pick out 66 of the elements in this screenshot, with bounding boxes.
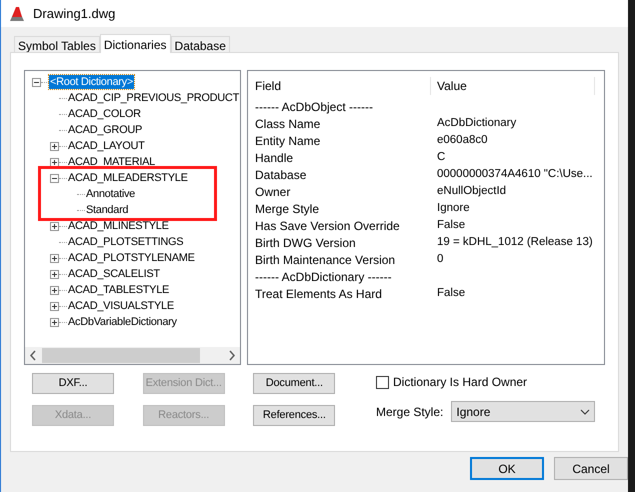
tree-item[interactable]: ACAD_TABLESTYLE [67, 283, 170, 297]
column-header[interactable]: Field [248, 77, 431, 95]
field-name: Owner [254, 184, 292, 200]
field-value: 19 = kDHL_1012 (Release 13) [436, 234, 593, 250]
checkbox-label: Dictionary Is Hard Owner [393, 374, 528, 391]
field-name: Database [254, 166, 308, 184]
tree-item[interactable]: ACAD_CIP_PREVIOUS_PRODUCT [67, 91, 240, 105]
tab[interactable]: Symbol Tables [14, 36, 100, 53]
tree-item[interactable]: ACAD_PLOTSETTINGS [67, 235, 184, 249]
expand-icon[interactable] [50, 222, 58, 230]
field-value: e060a8c0 [436, 132, 488, 148]
tree-item[interactable]: ACAD_MLEADERSTYLE [67, 171, 189, 185]
field-name: Merge Style [254, 200, 320, 218]
tree-item[interactable]: ACAD_MLINESTYLE [67, 219, 170, 233]
tree-item[interactable]: <Root Dictionary> [49, 75, 134, 89]
section-heading: ------ AcDbDictionary ------ [254, 268, 392, 286]
field-value: AcDbDictionary [436, 116, 516, 131]
tree-item[interactable]: ACAD_COLOR [67, 107, 142, 121]
field-value: False [436, 218, 466, 233]
tab[interactable]: Database [170, 36, 230, 53]
field-name: Treat Elements As Hard [254, 286, 383, 302]
field-name: Class Name [254, 116, 322, 132]
dialog-button[interactable]: DXF... [32, 373, 114, 394]
tree-item[interactable]: ACAD_MATERIAL [67, 155, 156, 169]
field-name: Handle [254, 150, 294, 166]
collapse-icon[interactable] [32, 78, 40, 86]
app-logo-icon [9, 6, 25, 22]
column-header[interactable]: Value [431, 77, 595, 95]
expand-icon[interactable] [50, 270, 58, 278]
tree-item[interactable]: ACAD_VISUALSTYLE [67, 299, 175, 313]
window-title: Drawing1.dwg [33, 4, 116, 23]
expand-icon[interactable] [50, 302, 58, 310]
tree-item[interactable]: ACAD_PLOTSTYLENAME [67, 251, 196, 265]
expand-icon[interactable] [50, 318, 58, 326]
dialog-button[interactable]: Cancel [554, 457, 628, 480]
tree-item[interactable]: ACAD_GROUP [67, 123, 144, 137]
field-value: C [436, 150, 446, 165]
field-value: eNullObjectId [436, 184, 506, 199]
field-name: Birth DWG Version [254, 234, 357, 252]
field-value: Ignore [436, 200, 470, 216]
tree-item[interactable]: ACAD_SCALELIST [67, 267, 161, 281]
tree-item[interactable]: ACAD_LAYOUT [67, 139, 146, 153]
expand-icon[interactable] [50, 286, 58, 294]
tree-item[interactable]: Standard [85, 203, 130, 217]
collapse-icon[interactable] [50, 174, 58, 182]
field-value: 00000000374A4610 "C:\Use... [436, 166, 593, 182]
field-name: Has Save Version Override [254, 218, 401, 234]
chevron-down-icon [580, 408, 590, 414]
expand-icon[interactable] [50, 254, 58, 262]
section-heading: ------ AcDbObject ------ [254, 98, 373, 116]
tree-item[interactable]: AcDbVariableDictionary [67, 315, 178, 329]
merge-style-dropdown[interactable]: Ignore [451, 401, 596, 422]
dialog-button[interactable]: References... [253, 405, 336, 426]
tab[interactable]: Dictionaries [100, 34, 171, 53]
tree-item[interactable]: Annotative [85, 187, 136, 201]
merge-style-label: Merge Style: [376, 404, 444, 420]
dialog-button[interactable]: OK [470, 457, 544, 480]
field-name: Entity Name [254, 132, 322, 150]
field-name: Birth Maintenance Version [254, 252, 396, 268]
field-value: 0 [436, 252, 444, 267]
expand-icon[interactable] [50, 142, 58, 150]
field-value: False [436, 286, 466, 301]
dialog-button[interactable]: Document... [253, 373, 336, 394]
checkbox[interactable] [376, 376, 389, 388]
horizontal-scrollbar[interactable] [25, 347, 240, 364]
expand-icon[interactable] [50, 158, 58, 166]
